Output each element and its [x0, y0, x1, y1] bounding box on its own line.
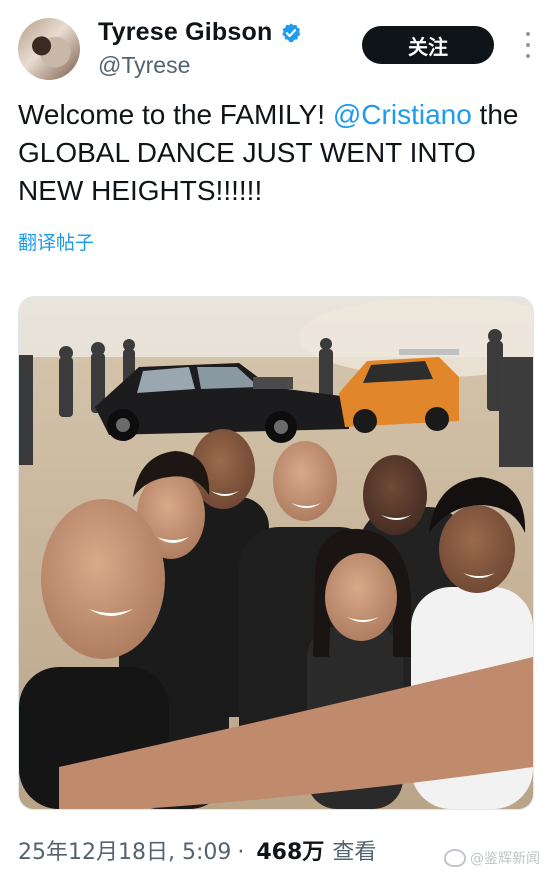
- watermark: @鉴辉新闻: [444, 848, 540, 868]
- meta-separator: ·: [237, 840, 245, 865]
- tweet-text: Welcome to the FAMILY! @Cristiano the GL…: [18, 96, 528, 210]
- tweet-header: Tyrese Gibson @Tyrese 关注: [18, 16, 532, 82]
- verified-badge-icon: [282, 22, 301, 42]
- views-label: 查看: [332, 840, 377, 865]
- avatar[interactable]: [18, 18, 80, 80]
- more-vertical-icon[interactable]: [524, 32, 532, 58]
- tweet-meta: 25年12月18日, 5:09 · 468万 查看: [18, 834, 376, 866]
- author-name-row[interactable]: Tyrese Gibson: [98, 18, 302, 47]
- tweet-timestamp[interactable]: 25年12月18日, 5:09: [18, 834, 231, 866]
- mention-link[interactable]: @Cristiano: [333, 99, 472, 130]
- author-name[interactable]: Tyrese Gibson: [98, 18, 272, 47]
- author-handle[interactable]: @Tyrese: [98, 52, 190, 79]
- group-selfie-photo: [19, 297, 533, 809]
- watermark-text: @鉴辉新闻: [470, 851, 540, 867]
- views-count: 468万: [256, 840, 325, 865]
- follow-button[interactable]: 关注: [362, 26, 494, 64]
- translate-post-link[interactable]: 翻译帖子: [18, 228, 94, 255]
- tweet-text-part: Welcome to the FAMILY!: [18, 99, 333, 130]
- tweet-photo[interactable]: [18, 296, 534, 810]
- weibo-icon: [444, 849, 466, 867]
